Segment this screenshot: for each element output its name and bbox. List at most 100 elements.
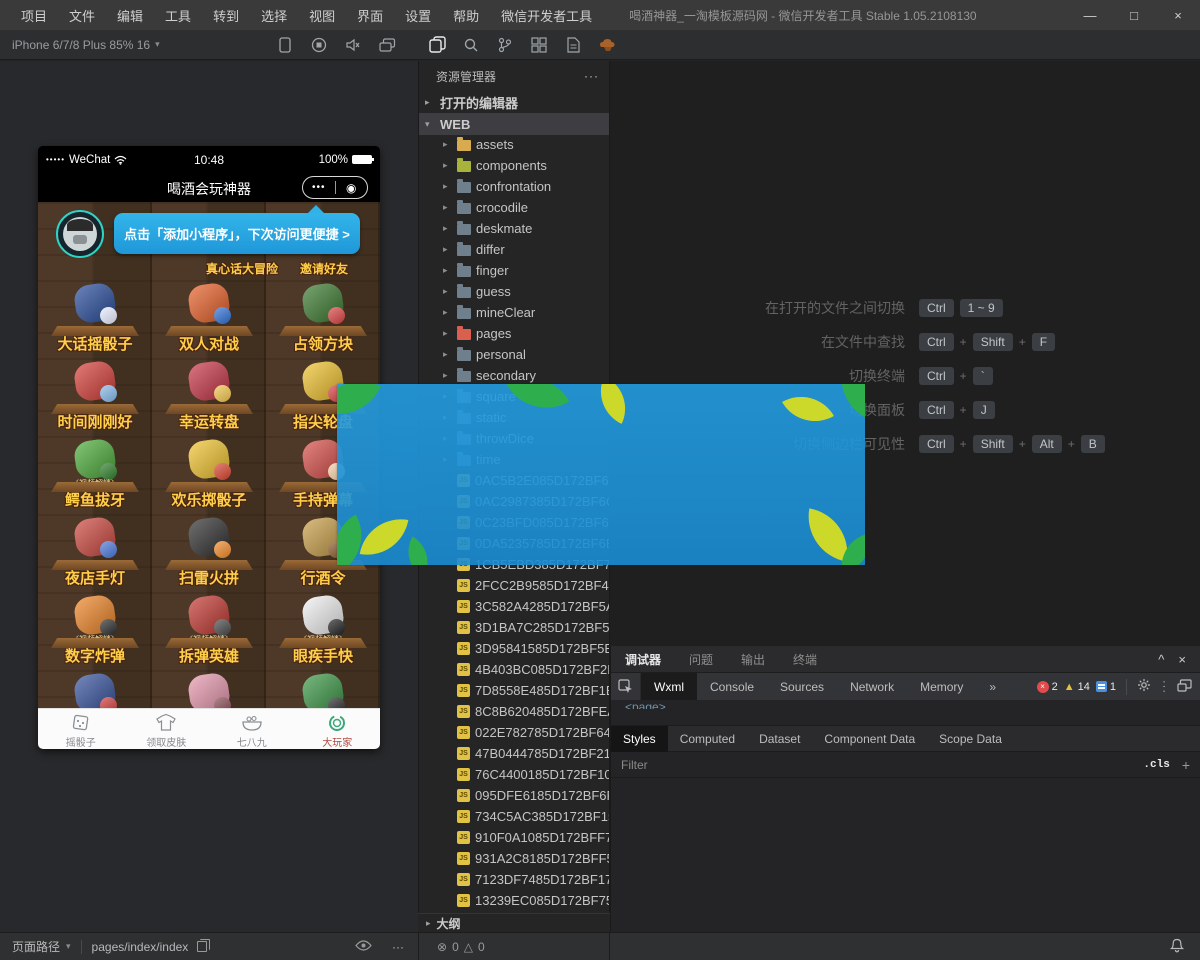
collapse-panel-icon[interactable]: ^	[1158, 652, 1164, 667]
add-miniprogram-tooltip[interactable]: 点击「添加小程序」，下次访问更便捷 >	[114, 213, 360, 254]
outline-section[interactable]: ▸ 大纲	[418, 913, 610, 932]
game-item[interactable]: 时间刚刚好	[38, 360, 152, 438]
page-path-label[interactable]: 页面路径	[12, 938, 60, 955]
menu-goto[interactable]: 转到	[202, 6, 250, 25]
element-tree-snippet[interactable]: <page>	[611, 700, 1200, 709]
avatar[interactable]	[56, 210, 104, 258]
tree-folder[interactable]: ▸deskmate	[419, 218, 609, 239]
info-count-badge[interactable]: 1	[1096, 681, 1116, 693]
tab-dataset[interactable]: Dataset	[747, 726, 812, 752]
tree-folder[interactable]: ▸guess	[419, 281, 609, 302]
tree-file[interactable]: JS3C582A4285D172BF5A...	[419, 596, 609, 617]
menu-project[interactable]: 项目	[10, 6, 58, 25]
game-item[interactable]: 双人对战	[152, 282, 266, 360]
tree-folder[interactable]: ▸assets	[419, 134, 609, 155]
filter-input[interactable]	[621, 758, 1135, 772]
tree-file[interactable]: JS13239EC085D172BF75...	[419, 890, 609, 911]
devtools-settings-gear-icon[interactable]	[1137, 678, 1151, 695]
game-item[interactable]: 〔视频解锁〕鳄鱼拔牙	[38, 438, 152, 516]
error-count-badge[interactable]: ×2	[1037, 681, 1058, 693]
cloud-hand-icon[interactable]	[590, 30, 624, 60]
truth-or-dare-link[interactable]: 真心话大冒险	[206, 260, 278, 277]
tree-folder[interactable]: ▸components	[419, 155, 609, 176]
tree-folder[interactable]: ▸differ	[419, 239, 609, 260]
menu-help[interactable]: 帮助	[442, 6, 490, 25]
mute-icon[interactable]	[336, 30, 370, 60]
tree-file[interactable]: JS931A2C8185D172BFF5...	[419, 848, 609, 869]
tree-file[interactable]: JS7D8558E485D172BF1B...	[419, 680, 609, 701]
tree-folder[interactable]: ▸pages	[419, 323, 609, 344]
tab-component-data[interactable]: Component Data	[812, 726, 927, 752]
tab-789[interactable]: 七八九	[209, 709, 295, 749]
chevron-down-icon[interactable]: ▾	[66, 941, 71, 952]
tree-file[interactable]: JS8C8B620485D172BFEA...	[419, 701, 609, 722]
tab-skins[interactable]: 领取皮肤	[124, 709, 210, 749]
tree-folder[interactable]: ▸finger	[419, 260, 609, 281]
tree-file[interactable]: JS3D1BA7C285D172BF5B...	[419, 617, 609, 638]
tab-wxml[interactable]: Wxml	[641, 673, 697, 700]
more-options-icon[interactable]: ···	[392, 940, 404, 954]
tree-folder[interactable]: ▸personal	[419, 344, 609, 365]
windows-icon[interactable]	[370, 30, 404, 60]
tree-file[interactable]: JS4B403BC085D172BF2D...	[419, 659, 609, 680]
tab-network[interactable]: Network	[837, 673, 907, 700]
more-tabs-icon[interactable]: »	[976, 673, 1009, 700]
warning-count-badge[interactable]: ▲14	[1064, 681, 1090, 693]
maximize-icon[interactable]: □	[1112, 8, 1156, 23]
tree-file[interactable]: JS47B0444785D172BF21...	[419, 743, 609, 764]
devtools-menu-icon[interactable]: ···	[1158, 680, 1170, 694]
game-item[interactable]: 幸运转盘	[152, 360, 266, 438]
tree-file[interactable]: JS095DFE6185D172BF6F...	[419, 785, 609, 806]
tree-folder[interactable]: ▸secondary	[419, 365, 609, 386]
invite-friends-link[interactable]: 邀请好友	[300, 260, 348, 277]
menu-select[interactable]: 选择	[250, 6, 298, 25]
tab-scope-data[interactable]: Scope Data	[927, 726, 1014, 752]
explorer-more-icon[interactable]: ···	[584, 69, 599, 83]
minimize-icon[interactable]: —	[1068, 8, 1112, 23]
close-icon[interactable]: ×	[1156, 8, 1200, 23]
open-editors-section[interactable]: ▸ 打开的编辑器	[419, 91, 609, 113]
more-menu-icon[interactable]: •••	[303, 182, 335, 193]
tab-problems[interactable]: 问题	[675, 651, 727, 668]
root-folder-web[interactable]: ▾ WEB	[419, 113, 609, 135]
device-selector[interactable]: iPhone 6/7/8 Plus 85% 16 ▾	[12, 38, 160, 52]
game-item[interactable]: 〔视频解锁〕数字炸弹	[38, 594, 152, 672]
copy-path-icon[interactable]	[197, 941, 207, 952]
tree-file[interactable]: JS2FCC2B9585D172BF49...	[419, 575, 609, 596]
error-circle-icon[interactable]: ⊗	[437, 940, 447, 954]
menu-tools[interactable]: 工具	[154, 6, 202, 25]
phone-rotate-icon[interactable]	[268, 30, 302, 60]
menu-interface[interactable]: 界面	[346, 6, 394, 25]
tree-file[interactable]: JS76C4400185D172BF10...	[419, 764, 609, 785]
warning-triangle-icon[interactable]: △	[464, 940, 473, 954]
tab-computed[interactable]: Computed	[668, 726, 747, 752]
miniprogram-capsule[interactable]: ••• ◉	[302, 176, 368, 199]
game-item[interactable]: 大话摇骰子	[38, 282, 152, 360]
file-doc-icon[interactable]	[556, 30, 590, 60]
game-item[interactable]: 夜店手灯	[38, 516, 152, 594]
tree-file[interactable]: JS910F0A1085D172BFF7...	[419, 827, 609, 848]
explorer-toggle-icon[interactable]	[420, 30, 454, 60]
tab-console[interactable]: Console	[697, 673, 767, 700]
tab-terminal[interactable]: 终端	[779, 651, 831, 668]
record-icon[interactable]	[302, 30, 336, 60]
git-branch-icon[interactable]	[488, 30, 522, 60]
menu-settings[interactable]: 设置	[394, 6, 442, 25]
undock-icon[interactable]	[1177, 679, 1192, 695]
exit-target-icon[interactable]: ◉	[336, 181, 368, 195]
tab-sources[interactable]: Sources	[767, 673, 837, 700]
menu-view[interactable]: 视图	[298, 6, 346, 25]
menu-devtools[interactable]: 微信开发者工具	[490, 6, 603, 25]
close-panel-icon[interactable]: ×	[1178, 652, 1186, 667]
search-icon[interactable]	[454, 30, 488, 60]
menu-file[interactable]: 文件	[58, 6, 106, 25]
tab-output[interactable]: 输出	[727, 651, 779, 668]
game-item[interactable]: 〔视频解锁〕眼疾手快	[266, 594, 380, 672]
tree-folder[interactable]: ▸mineClear	[419, 302, 609, 323]
menu-edit[interactable]: 编辑	[106, 6, 154, 25]
tree-folder[interactable]: ▸crocodile	[419, 197, 609, 218]
game-item[interactable]: 〔视频解锁〕拆弹英雄	[152, 594, 266, 672]
tree-file[interactable]: JS734C5AC385D172BF15...	[419, 806, 609, 827]
game-item-partial[interactable]	[152, 672, 266, 708]
tab-memory[interactable]: Memory	[907, 673, 976, 700]
